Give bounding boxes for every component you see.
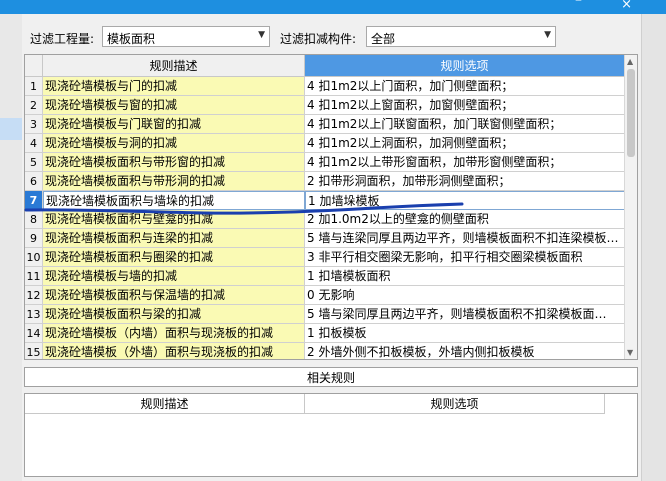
rule-description-cell[interactable]: 现浇砼墙模板面积与带形洞的扣减: [43, 172, 305, 191]
table-row[interactable]: 1 现浇砼墙模板与门的扣减 4 扣1m2以上门面积，加门侧壁面积；: [25, 77, 625, 96]
table-row[interactable]: 6 现浇砼墙模板面积与带形洞的扣减 2 扣带形洞面积，加带形洞侧壁面积；: [25, 172, 625, 191]
rule-description-cell[interactable]: 现浇砼墙模板面积与壁龛的扣减: [43, 210, 305, 229]
rule-option-cell[interactable]: 4 扣1m2以上洞面积，加洞侧壁面积；: [305, 134, 625, 153]
row-number[interactable]: 6: [25, 172, 43, 191]
chevron-down-icon[interactable]: ▼: [258, 30, 265, 40]
grid-corner: [25, 55, 43, 77]
rule-description-cell[interactable]: 现浇砼墙模板面积与连梁的扣减: [43, 229, 305, 248]
left-panel-selection[interactable]: [0, 118, 22, 140]
row-number[interactable]: 11: [25, 267, 43, 286]
rule-option-cell[interactable]: 5 墙与梁同厚且两边平齐，则墙模板面积不扣梁模板面…: [305, 305, 625, 324]
row-number[interactable]: 9: [25, 229, 43, 248]
column-header-desc[interactable]: 规则描述: [43, 55, 305, 77]
column-header-option[interactable]: 规则选项: [305, 55, 625, 77]
related-header-option[interactable]: 规则选项: [305, 394, 605, 414]
table-row[interactable]: 9 现浇砼墙模板面积与连梁的扣减 5 墙与连梁同厚且两边平齐，则墙模板面积不扣连梁模…: [25, 229, 625, 248]
close-icon[interactable]: ×: [621, 0, 632, 12]
table-row[interactable]: 7 现浇砼墙模板面积与墙垛的扣减 1 加墙垛模板: [25, 191, 625, 210]
rule-option-cell[interactable]: 4 扣1m2以上门联窗面积，加门联窗侧壁面积；: [305, 115, 625, 134]
vertical-scrollbar[interactable]: ▲ ▼: [624, 55, 637, 359]
filter-quantity-label: 过滤工程量:: [30, 32, 95, 46]
scrollbar-thumb[interactable]: [627, 69, 635, 157]
rule-option-cell[interactable]: 4 扣1m2以上窗面积，加窗侧壁面积；: [305, 96, 625, 115]
row-number[interactable]: 5: [25, 153, 43, 172]
table-row[interactable]: 11 现浇砼墙模板与墙的扣减 1 扣墙模板面积: [25, 267, 625, 286]
minimize-icon[interactable]: –: [575, 0, 582, 8]
left-panel-edge: [0, 14, 22, 481]
rule-description-cell[interactable]: 现浇砼墙模板与门联窗的扣减: [43, 115, 305, 134]
filter-component-combo[interactable]: 全部 ▼: [366, 26, 556, 47]
rule-description-cell[interactable]: 现浇砼墙模板面积与带形窗的扣减: [43, 153, 305, 172]
row-number[interactable]: 8: [25, 210, 43, 229]
rule-option-cell[interactable]: 5 墙与连梁同厚且两边平齐，则墙模板面积不扣连梁模板…: [305, 229, 625, 248]
table-row[interactable]: 2 现浇砼墙模板与窗的扣减 4 扣1m2以上窗面积，加窗侧壁面积；: [25, 96, 625, 115]
row-number[interactable]: 2: [25, 96, 43, 115]
row-number[interactable]: 12: [25, 286, 43, 305]
rule-option-cell[interactable]: 0 无影响: [305, 286, 625, 305]
filter-quantity-value: 模板面积: [107, 32, 156, 46]
rule-option-cell[interactable]: 4 扣1m2以上带形窗面积，加带形窗侧壁面积；: [305, 153, 625, 172]
row-number[interactable]: 15: [25, 343, 43, 359]
table-row[interactable]: 5 现浇砼墙模板面积与带形窗的扣减 4 扣1m2以上带形窗面积，加带形窗侧壁面积；: [25, 153, 625, 172]
table-row[interactable]: 8 现浇砼墙模板面积与壁龛的扣减 2 加1.0m2以上的壁龛的侧壁面积: [25, 210, 625, 229]
rule-description-cell[interactable]: 现浇砼墙模板与窗的扣减: [43, 96, 305, 115]
rule-description-cell[interactable]: 现浇砼墙模板面积与墙垛的扣减: [43, 191, 305, 210]
row-number[interactable]: 10: [25, 248, 43, 267]
table-row[interactable]: 4 现浇砼墙模板与洞的扣减 4 扣1m2以上洞面积，加洞侧壁面积；: [25, 134, 625, 153]
table-row[interactable]: 12 现浇砼墙模板面积与保温墙的扣减 0 无影响: [25, 286, 625, 305]
rule-description-cell[interactable]: 现浇砼墙模板与墙的扣减: [43, 267, 305, 286]
rule-description-cell[interactable]: 现浇砼墙模板面积与梁的扣减: [43, 305, 305, 324]
table-row[interactable]: 13 现浇砼墙模板面积与梁的扣减 5 墙与梁同厚且两边平齐，则墙模板面积不扣梁模板面…: [25, 305, 625, 324]
rule-description-cell[interactable]: 现浇砼墙模板面积与圈梁的扣减: [43, 248, 305, 267]
title-bar: – ×: [0, 0, 666, 14]
rule-option-cell[interactable]: 4 扣1m2以上门面积，加门侧壁面积；: [305, 77, 625, 96]
table-row[interactable]: 15 现浇砼墙模板（外墙）面积与现浇板的扣减 2 外墙外侧不扣板模板，外墙内侧扣板模…: [25, 343, 625, 359]
rule-option-cell[interactable]: 2 加1.0m2以上的壁龛的侧壁面积: [305, 210, 625, 229]
rule-option-cell[interactable]: 1 扣板模板: [305, 324, 625, 343]
rule-option-cell[interactable]: 2 扣带形洞面积，加带形洞侧壁面积；: [305, 172, 625, 191]
row-number[interactable]: 4: [25, 134, 43, 153]
table-row[interactable]: 3 现浇砼墙模板与门联窗的扣减 4 扣1m2以上门联窗面积，加门联窗侧壁面积；: [25, 115, 625, 134]
rule-description-cell[interactable]: 现浇砼墙模板与门的扣减: [43, 77, 305, 96]
chevron-down-icon[interactable]: ▼: [544, 30, 551, 40]
row-number[interactable]: 14: [25, 324, 43, 343]
related-rules-button[interactable]: 相关规则: [24, 367, 638, 387]
filter-component-label: 过滤扣减构件:: [280, 32, 357, 46]
rule-description-cell[interactable]: 现浇砼墙模板面积与保温墙的扣减: [43, 286, 305, 305]
table-row[interactable]: 10 现浇砼墙模板面积与圈梁的扣减 3 非平行相交圈梁无影响，扣平行相交圈梁模板面积: [25, 248, 625, 267]
scroll-down-icon[interactable]: ▼: [627, 348, 633, 357]
rule-option-cell[interactable]: 2 外墙外侧不扣板模板，外墙内侧扣板模板: [305, 343, 625, 359]
rule-option-cell[interactable]: 1 扣墙模板面积: [305, 267, 625, 286]
rules-grid: 规则描述 规则选项 1 现浇砼墙模板与门的扣减 4 扣1m2以上门面积，加门侧壁面积…: [24, 54, 638, 360]
filter-quantity-combo[interactable]: 模板面积 ▼: [102, 26, 270, 47]
rule-description-cell[interactable]: 现浇砼墙模板（内墙）面积与现浇板的扣减: [43, 324, 305, 343]
related-header-desc[interactable]: 规则描述: [25, 394, 305, 414]
filter-component-value: 全部: [371, 32, 396, 46]
scroll-up-icon[interactable]: ▲: [627, 57, 633, 66]
row-number[interactable]: 7: [25, 191, 43, 210]
rule-description-cell[interactable]: 现浇砼墙模板与洞的扣减: [43, 134, 305, 153]
related-rules-grid: 规则描述 规则选项: [24, 393, 638, 477]
rule-option-cell[interactable]: 1 加墙垛模板: [305, 191, 625, 210]
rule-description-cell[interactable]: 现浇砼墙模板（外墙）面积与现浇板的扣减: [43, 343, 305, 359]
row-number[interactable]: 13: [25, 305, 43, 324]
rule-option-cell[interactable]: 3 非平行相交圈梁无影响，扣平行相交圈梁模板面积: [305, 248, 625, 267]
row-number[interactable]: 1: [25, 77, 43, 96]
table-row[interactable]: 14 现浇砼墙模板（内墙）面积与现浇板的扣减 1 扣板模板: [25, 324, 625, 343]
right-panel-edge: [641, 14, 666, 481]
row-number[interactable]: 3: [25, 115, 43, 134]
